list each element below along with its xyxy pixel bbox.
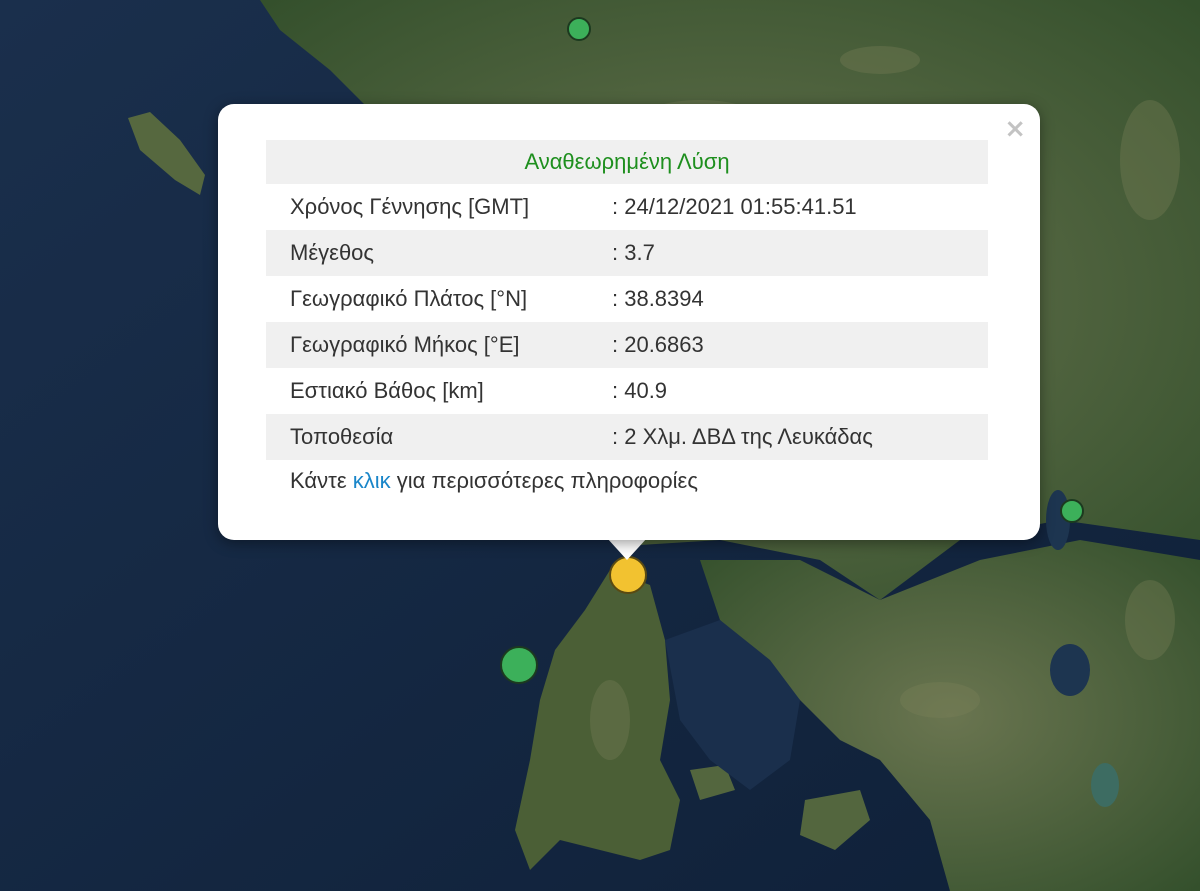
magnitude-value: : 3.7 (612, 230, 988, 276)
longitude-label: Γεωγραφικό Μήκος [°E] (266, 322, 612, 368)
earthquake-marker[interactable] (500, 646, 538, 684)
table-row: Χρόνος Γέννησης [GMT] : 24/12/2021 01:55… (266, 184, 988, 230)
magnitude-label: Μέγεθος (266, 230, 612, 276)
latitude-label: Γεωγραφικό Πλάτος [°N] (290, 286, 528, 311)
location-value: : 2 Χλμ. ΔΒΔ της Λευκάδας (612, 414, 988, 460)
table-row: Γεωγραφικό Μήκος [°E] : 20.6863 (266, 322, 988, 368)
origin-time-value: : 24/12/2021 01:55:41.51 (612, 194, 857, 219)
popup-title: Αναθεωρημένη Λύση (266, 140, 988, 184)
more-info-prefix: Κάντε (290, 468, 353, 493)
focal-depth-label: Εστιακό Βάθος [km] (290, 378, 484, 403)
earthquake-details-table: Χρόνος Γέννησης [GMT] : 24/12/2021 01:55… (266, 184, 988, 460)
selected-earthquake-marker[interactable] (609, 556, 647, 594)
earthquake-info-popup: × Αναθεωρημένη Λύση Χρόνος Γέννησης [GMT… (218, 104, 1040, 540)
origin-time-label: Χρόνος Γέννησης [GMT] (290, 194, 530, 219)
popup-tip (607, 538, 647, 560)
longitude-value: : 20.6863 (612, 322, 988, 368)
table-row: Εστιακό Βάθος [km] : 40.9 (266, 368, 988, 414)
earthquake-marker[interactable] (567, 17, 591, 41)
popup-content: Αναθεωρημένη Λύση Χρόνος Γέννησης [GMT] … (266, 140, 988, 494)
more-info-suffix: για περισσότερες πληροφορίες (390, 468, 698, 493)
location-label: Τοποθεσία (266, 414, 612, 460)
table-row: Μέγεθος : 3.7 (266, 230, 988, 276)
more-info-link[interactable]: κλικ (353, 468, 391, 493)
table-row: Τοποθεσία : 2 Χλμ. ΔΒΔ της Λευκάδας (266, 414, 988, 460)
close-icon[interactable]: × (1004, 116, 1026, 142)
focal-depth-value: : 40.9 (612, 378, 668, 403)
earthquake-marker[interactable] (1060, 499, 1084, 523)
table-row: Γεωγραφικό Πλάτος [°N] : 38.8394 (266, 276, 988, 322)
satellite-map[interactable]: × Αναθεωρημένη Λύση Χρόνος Γέννησης [GMT… (0, 0, 1200, 891)
latitude-value: : 38.8394 (612, 286, 704, 311)
more-info-text: Κάντε κλικ για περισσότερες πληροφορίες (266, 468, 988, 494)
